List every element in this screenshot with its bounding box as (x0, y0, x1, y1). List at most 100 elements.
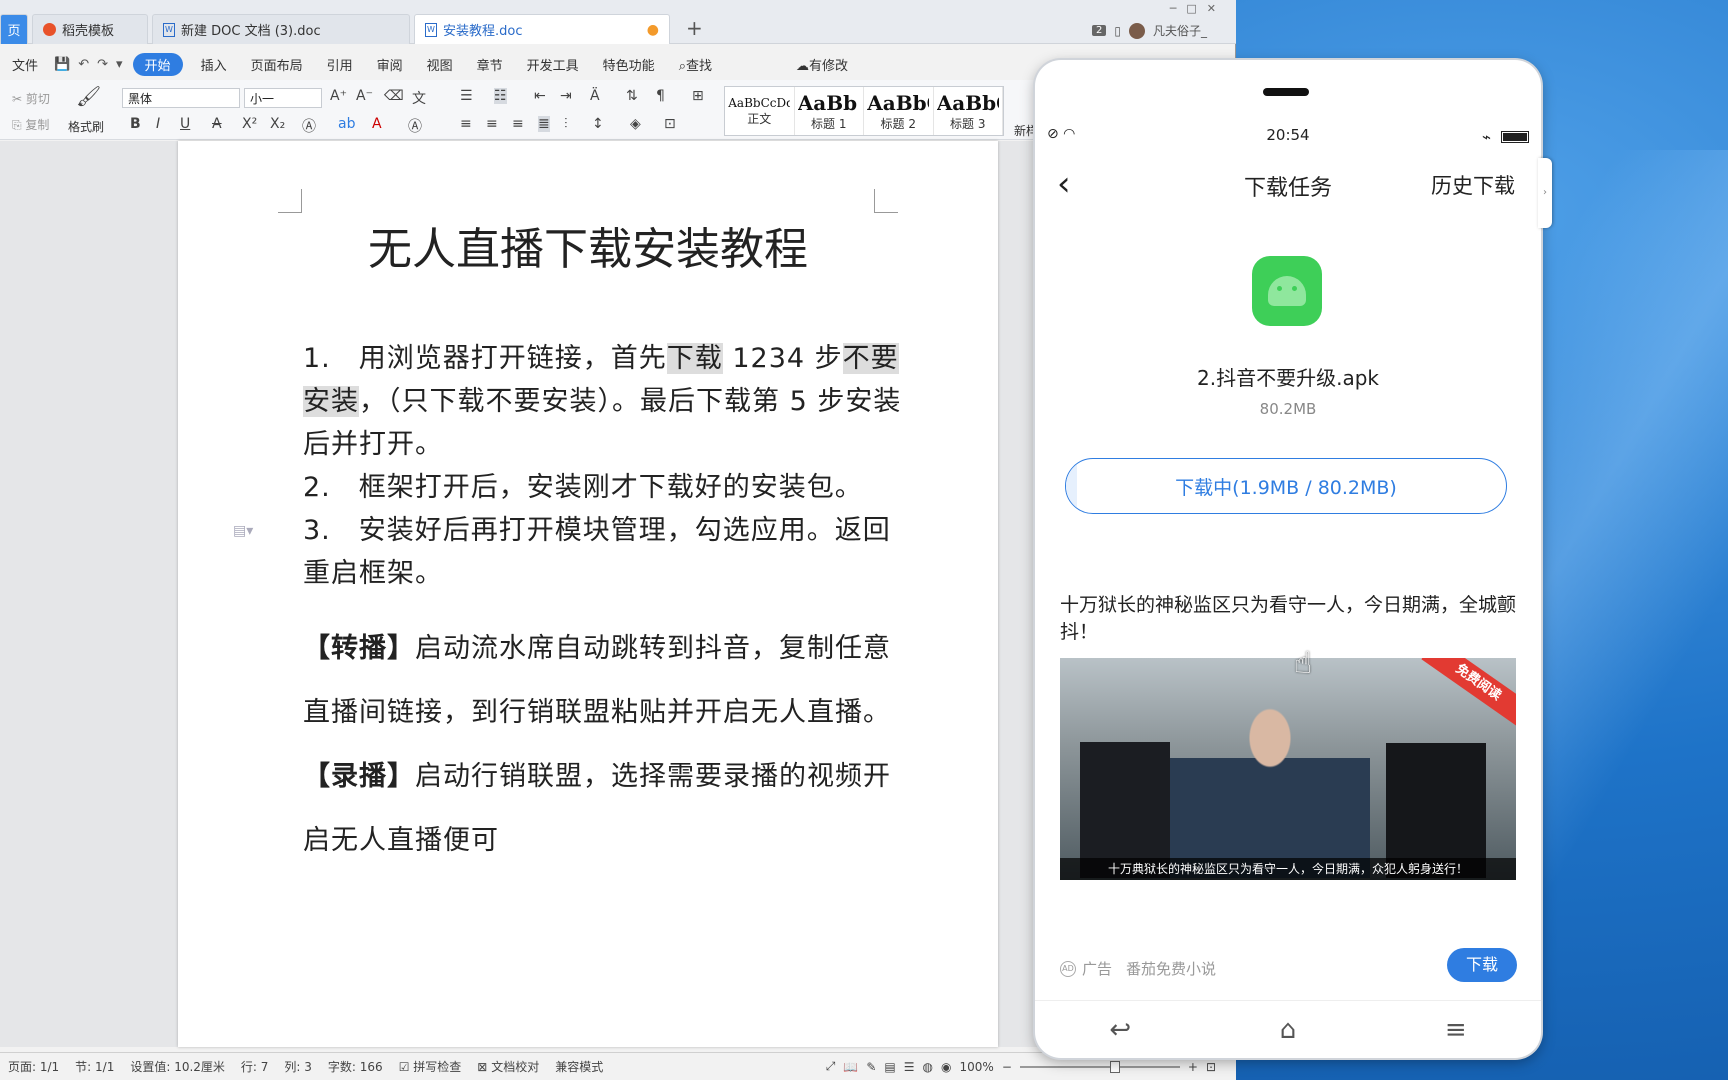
tab-docer-templates[interactable]: 稻壳模板 (32, 14, 148, 44)
highlight-icon[interactable]: ab (338, 116, 355, 132)
align-left-icon[interactable]: ≡ (460, 116, 472, 132)
paragraph-menu-icon[interactable]: ▤▾ (233, 523, 253, 539)
menu-search[interactable]: ⌕查找 (667, 55, 724, 74)
grow-font-icon[interactable]: A⁺ (330, 88, 347, 104)
eye-protect-icon[interactable]: ◉ (941, 1060, 951, 1074)
style-heading-2[interactable]: AaBbC标题 2 (864, 87, 934, 135)
menu-page-layout[interactable]: 页面布局 (239, 55, 315, 74)
menu-review[interactable]: 审阅 (365, 55, 415, 74)
ad-caption: 十万典狱长的神秘监区只为看守一人，今日期满，众犯人躬身送行！ (1060, 858, 1516, 880)
window-list-icon[interactable]: ▯ (1114, 24, 1121, 38)
new-tab-button[interactable]: + (686, 16, 703, 40)
line-spacing-icon[interactable]: ↕ (592, 116, 604, 132)
save-icon[interactable]: 💾 (50, 57, 74, 72)
copy-button[interactable]: ⎘ 复制 (12, 116, 49, 133)
shading-icon[interactable]: ◈ (630, 116, 641, 132)
customize-icon[interactable]: ▾ (112, 57, 127, 72)
bold-icon[interactable]: B (130, 116, 141, 132)
menu-references[interactable]: 引用 (315, 55, 365, 74)
style-normal[interactable]: AaBbCcDd 正文 (725, 87, 795, 135)
font-size-select[interactable]: 小一 (244, 88, 322, 108)
superscript-icon[interactable]: X² (242, 116, 257, 132)
shrink-font-icon[interactable]: A⁻ (356, 88, 373, 104)
page-view-icon[interactable]: ▤ (884, 1060, 895, 1074)
justify-icon[interactable]: ≣ (538, 116, 550, 132)
bullet-list-icon[interactable]: ☰ (460, 88, 473, 104)
nav-home-icon[interactable]: ⌂ (1280, 1015, 1297, 1045)
menu-file[interactable]: 文件 (0, 55, 50, 74)
zoom-in-icon[interactable]: + (1188, 1060, 1198, 1074)
increase-indent-icon[interactable]: ⇥ (560, 88, 572, 104)
strikethrough-icon[interactable]: A (212, 116, 222, 132)
avatar[interactable] (1128, 22, 1145, 39)
ad-download-button[interactable]: 下载 (1447, 948, 1517, 982)
nav-menu-icon[interactable]: ≡ (1445, 1015, 1467, 1045)
font-color-icon[interactable]: A (372, 116, 382, 132)
align-right-icon[interactable]: ≡ (512, 116, 524, 132)
nav-back-icon[interactable]: ↩ (1109, 1015, 1131, 1045)
redo-icon[interactable]: ↷ (93, 57, 112, 72)
window-controls[interactable]: ─□✕ (1170, 2, 1226, 15)
style-name: 正文 (747, 111, 772, 126)
menu-features[interactable]: 特色功能 (591, 55, 667, 74)
chinese-layout-icon[interactable]: Ä (590, 88, 600, 104)
outline-view-icon[interactable]: ☰ (904, 1060, 915, 1074)
side-expand-tab[interactable]: › (1538, 158, 1552, 228)
zoom-slider[interactable] (1019, 1060, 1180, 1073)
font-family-select[interactable]: 黑体 (122, 88, 240, 108)
section-head: 【录播】 (303, 761, 415, 792)
document-page[interactable]: 无人直播下载安装教程 1. 用浏览器打开链接，首先下载 1234 步不要安装，（… (178, 141, 998, 1047)
ad-image[interactable]: 免费阅读 十万典狱长的神秘监区只为看守一人，今日期满，众犯人躬身送行！ (1060, 658, 1516, 880)
web-view-icon[interactable]: ◍ (923, 1060, 933, 1074)
ad-title[interactable]: 十万狱长的神秘监区只为看守一人，今日期满，全城颤抖！ (1060, 592, 1516, 646)
menu-view[interactable]: 视图 (415, 55, 465, 74)
history-downloads-link[interactable]: 历史下载 (1431, 170, 1515, 200)
fullscreen-icon[interactable]: ⤢ (826, 1059, 836, 1074)
changes-indicator[interactable]: ☁有修改 (784, 55, 860, 74)
status-words[interactable]: 字数: 166 (320, 1058, 391, 1075)
style-heading-3[interactable]: AaBbC标题 3 (934, 87, 1003, 135)
subscript-icon[interactable]: X₂ (270, 116, 285, 132)
borders-icon[interactable]: ⊡ (664, 116, 676, 132)
menu-insert[interactable]: 插入 (189, 55, 239, 74)
pinyin-icon[interactable]: 文 (412, 88, 426, 108)
clear-format-icon[interactable]: ⌫ (384, 88, 404, 104)
zoom-out-icon[interactable]: − (1002, 1060, 1012, 1074)
style-name: 标题 3 (950, 116, 986, 131)
sort-icon[interactable]: ⇅ (626, 88, 638, 104)
numbered-list-icon[interactable]: ☷ (494, 88, 507, 104)
menu-developer[interactable]: 开发工具 (515, 55, 591, 74)
read-mode-icon[interactable]: 📖 (843, 1060, 858, 1074)
proofread-button[interactable]: ⊠ 文档校对 (469, 1058, 547, 1075)
table-icon[interactable]: ⊞ (692, 88, 704, 104)
download-progress-button[interactable]: 下载中(1.9MB / 80.2MB) (1065, 458, 1507, 514)
distribute-icon[interactable]: ⫶ (564, 116, 568, 132)
cut-button[interactable]: ✂ 剪切 (12, 90, 50, 107)
zoom-level[interactable]: 100% (960, 1060, 994, 1074)
decrease-indent-icon[interactable]: ⇤ (534, 88, 546, 104)
align-center-icon[interactable]: ≡ (486, 116, 498, 132)
tab-home[interactable]: 页 (0, 14, 28, 44)
tab-new-doc[interactable]: W 新建 DOC 文档 (3).doc (152, 14, 410, 44)
char-shading-icon[interactable]: Ⓐ (408, 116, 422, 136)
italic-icon[interactable]: I (156, 116, 160, 132)
tab-install-tutorial[interactable]: W 安装教程.doc ● (414, 14, 670, 44)
zoom-slider-handle[interactable] (1109, 1060, 1120, 1073)
user-area[interactable]: 2 ▯ 凡夫俗子_ (1092, 22, 1207, 39)
fit-icon[interactable]: ⊡ (1206, 1060, 1216, 1074)
write-mode-icon[interactable]: ✎ (866, 1060, 876, 1074)
format-painter-icon[interactable]: 🖌 (76, 84, 101, 108)
ad-badge-icon: AD (1060, 960, 1076, 977)
undo-icon[interactable]: ↶ (74, 57, 93, 72)
spell-check-button[interactable]: ☑ 拼写检查 (391, 1058, 470, 1075)
format-painter-label[interactable]: 格式刷 (68, 118, 104, 135)
text-effect-icon[interactable]: Ⓐ (302, 116, 316, 136)
style-heading-1[interactable]: AaBb 标题 1 (795, 87, 864, 135)
doc-file-icon: W (163, 22, 175, 37)
show-marks-icon[interactable]: ¶ (656, 88, 665, 104)
window-count-badge[interactable]: 2 (1092, 25, 1107, 36)
menu-chapter[interactable]: 章节 (465, 55, 515, 74)
status-page[interactable]: 页面: 1/1 (0, 1058, 67, 1075)
underline-icon[interactable]: U (180, 116, 190, 132)
menu-home[interactable]: 开始 (132, 52, 183, 76)
